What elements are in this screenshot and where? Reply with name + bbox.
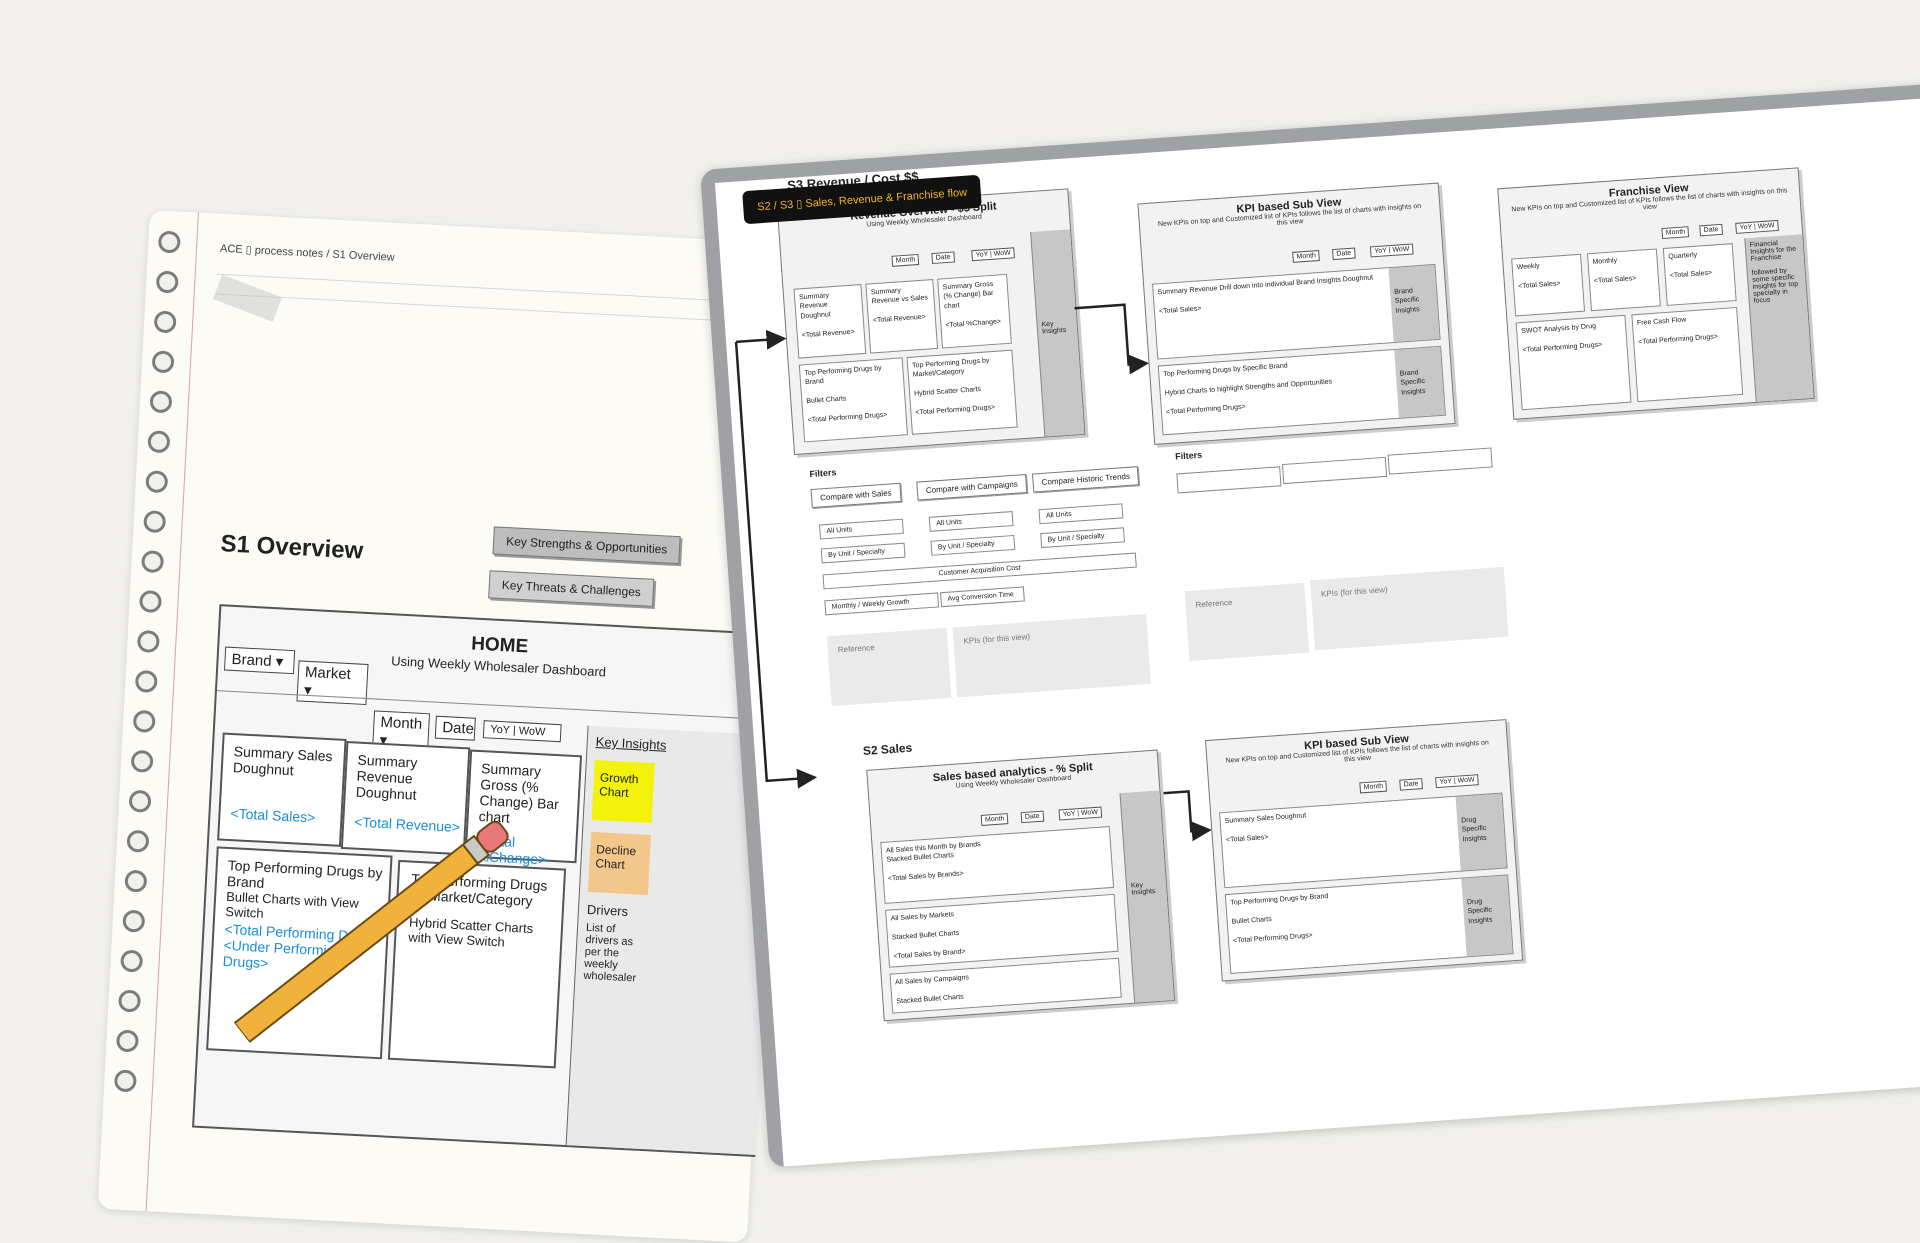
binder-ring xyxy=(134,669,158,694)
key-threats-button[interactable]: Key Threats & Challenges xyxy=(488,570,655,607)
tile-subtitle: Hybrid Scatter Charts with View Switch xyxy=(407,914,534,950)
binder-ring xyxy=(145,470,169,494)
summary-sales-tile[interactable]: Summary Sales Doughnut <Total Sales> Drug … xyxy=(1219,792,1508,889)
key-insights-title: Key Insights xyxy=(595,734,667,753)
drug-insights-panel: Drug Specific Insights xyxy=(1455,793,1507,871)
tape-strip xyxy=(212,274,283,322)
tile-value: <Total Performing Drugs> xyxy=(1232,931,1313,945)
binder-ring xyxy=(136,629,160,654)
binder-ring xyxy=(124,869,148,893)
month-select-label: Month xyxy=(380,713,423,733)
binder-ring xyxy=(143,510,167,534)
binder-ring xyxy=(118,989,142,1013)
binder-ring xyxy=(141,550,165,574)
drug-insights-panel: Drug Specific Insights xyxy=(1461,875,1513,957)
binder-ring xyxy=(113,1069,137,1093)
binder-ring xyxy=(120,949,144,973)
notebook-page: ACE ▯ process notes / S1 Overview S1 Ove… xyxy=(97,210,800,1243)
binder-ring xyxy=(138,590,163,614)
tile-value: <Total Sales by Brands> xyxy=(887,870,964,883)
home-wireframe: HOME Using Weekly Wholesaler Dashboard B… xyxy=(192,604,783,1157)
top-drugs-brand-tile[interactable]: Top Performing Drugs by Brand Bullet Char… xyxy=(1224,874,1514,974)
reference-box: Reference xyxy=(826,627,952,707)
chevron-down-icon: ▾ xyxy=(275,653,284,671)
date-select[interactable]: Date xyxy=(434,715,476,741)
binder-ring xyxy=(157,230,181,254)
wireframe-canvas: S3 Revenue / Cost $$ Revenue Overview - … xyxy=(714,96,1920,1167)
yoy-wow-toggle[interactable]: YoY | WoW xyxy=(1435,774,1479,789)
drivers-title: Drivers xyxy=(586,901,629,919)
tile-subtitle: Stacked Bullet Charts xyxy=(896,993,964,1006)
divider xyxy=(216,690,777,721)
yoy-wow-toggle[interactable]: YoY | WoW xyxy=(482,720,562,743)
key-strengths-button[interactable]: Key Strengths & Opportunities xyxy=(492,526,682,565)
date-select[interactable]: Date xyxy=(1020,810,1045,824)
market-select-label: Market xyxy=(304,663,352,684)
sales-by-brands-tile[interactable]: All Sales this Month by Brands Stacked Bu… xyxy=(880,826,1115,904)
binder-ring xyxy=(132,709,156,733)
binder-ring xyxy=(147,430,171,454)
binder-ring xyxy=(128,789,152,813)
kpi-sales-sub-view-card[interactable]: KPI based Sub View New KPIs on top and C… xyxy=(1205,719,1524,982)
filters-title: Filters xyxy=(809,467,837,480)
sales-by-campaigns-tile[interactable]: All Sales by Campaigns Stacked Bullet Cha… xyxy=(889,957,1122,1014)
sales-by-markets-tile[interactable]: All Sales by Markets Stacked Bullet Chart… xyxy=(885,893,1119,968)
tile-label: Summary Revenue Doughnut xyxy=(355,751,418,803)
tile-label: Summary Sales Doughnut xyxy=(232,743,333,779)
reference-box: Reference xyxy=(1184,582,1310,662)
kpis-box: KPIs (for this view) xyxy=(1310,566,1509,651)
binder-ring xyxy=(155,270,179,294)
page-title: S1 Overview xyxy=(219,530,364,565)
binder-ring xyxy=(122,909,146,933)
month-select[interactable]: Month xyxy=(1359,780,1388,794)
date-select-label: Date xyxy=(441,719,475,738)
brand-select-label: Brand xyxy=(231,650,273,670)
tile-value: <Total Revenue> xyxy=(353,813,461,836)
brand-select[interactable]: Brand ▾ xyxy=(224,646,296,675)
tile-value: <Total Sales by Brand> xyxy=(893,948,966,961)
chevron-down-icon: ▾ xyxy=(303,681,313,700)
binder-ring xyxy=(130,749,154,773)
binder-ring xyxy=(126,829,150,853)
month-select[interactable]: Month xyxy=(980,813,1009,826)
binder-ring xyxy=(115,1029,140,1053)
sales-analytics-card[interactable]: Sales based analytics - % Split Using We… xyxy=(866,749,1176,1022)
monitor-frame: S3 Revenue / Cost $$ Revenue Overview - … xyxy=(700,82,1920,1168)
kpis-box: KPIs (for this view) xyxy=(952,613,1151,698)
summary-sales-tile[interactable]: Summary Sales Doughnut <Total Sales> xyxy=(217,732,347,847)
breadcrumb: ACE ▯ process notes / S1 Overview xyxy=(219,242,395,264)
summary-revenue-tile[interactable]: Summary Revenue Doughnut <Total Revenue> xyxy=(340,741,471,856)
date-select[interactable]: Date xyxy=(1399,778,1423,791)
filters-title: Filters xyxy=(1174,449,1203,462)
decline-chart[interactable]: Decline Chart xyxy=(587,831,651,895)
drivers-text: List of drivers as per the weekly wholes… xyxy=(583,921,637,985)
binder-ring xyxy=(151,350,175,374)
binder-ring xyxy=(149,390,173,414)
tile-value: <Total Sales> xyxy=(230,805,316,826)
growth-chart[interactable]: Growth Chart xyxy=(591,760,655,824)
yoy-wow-toggle[interactable]: YoY | WoW xyxy=(1058,806,1103,821)
binder-ring xyxy=(153,310,177,334)
tile-value: <Total Sales> xyxy=(1225,833,1269,844)
